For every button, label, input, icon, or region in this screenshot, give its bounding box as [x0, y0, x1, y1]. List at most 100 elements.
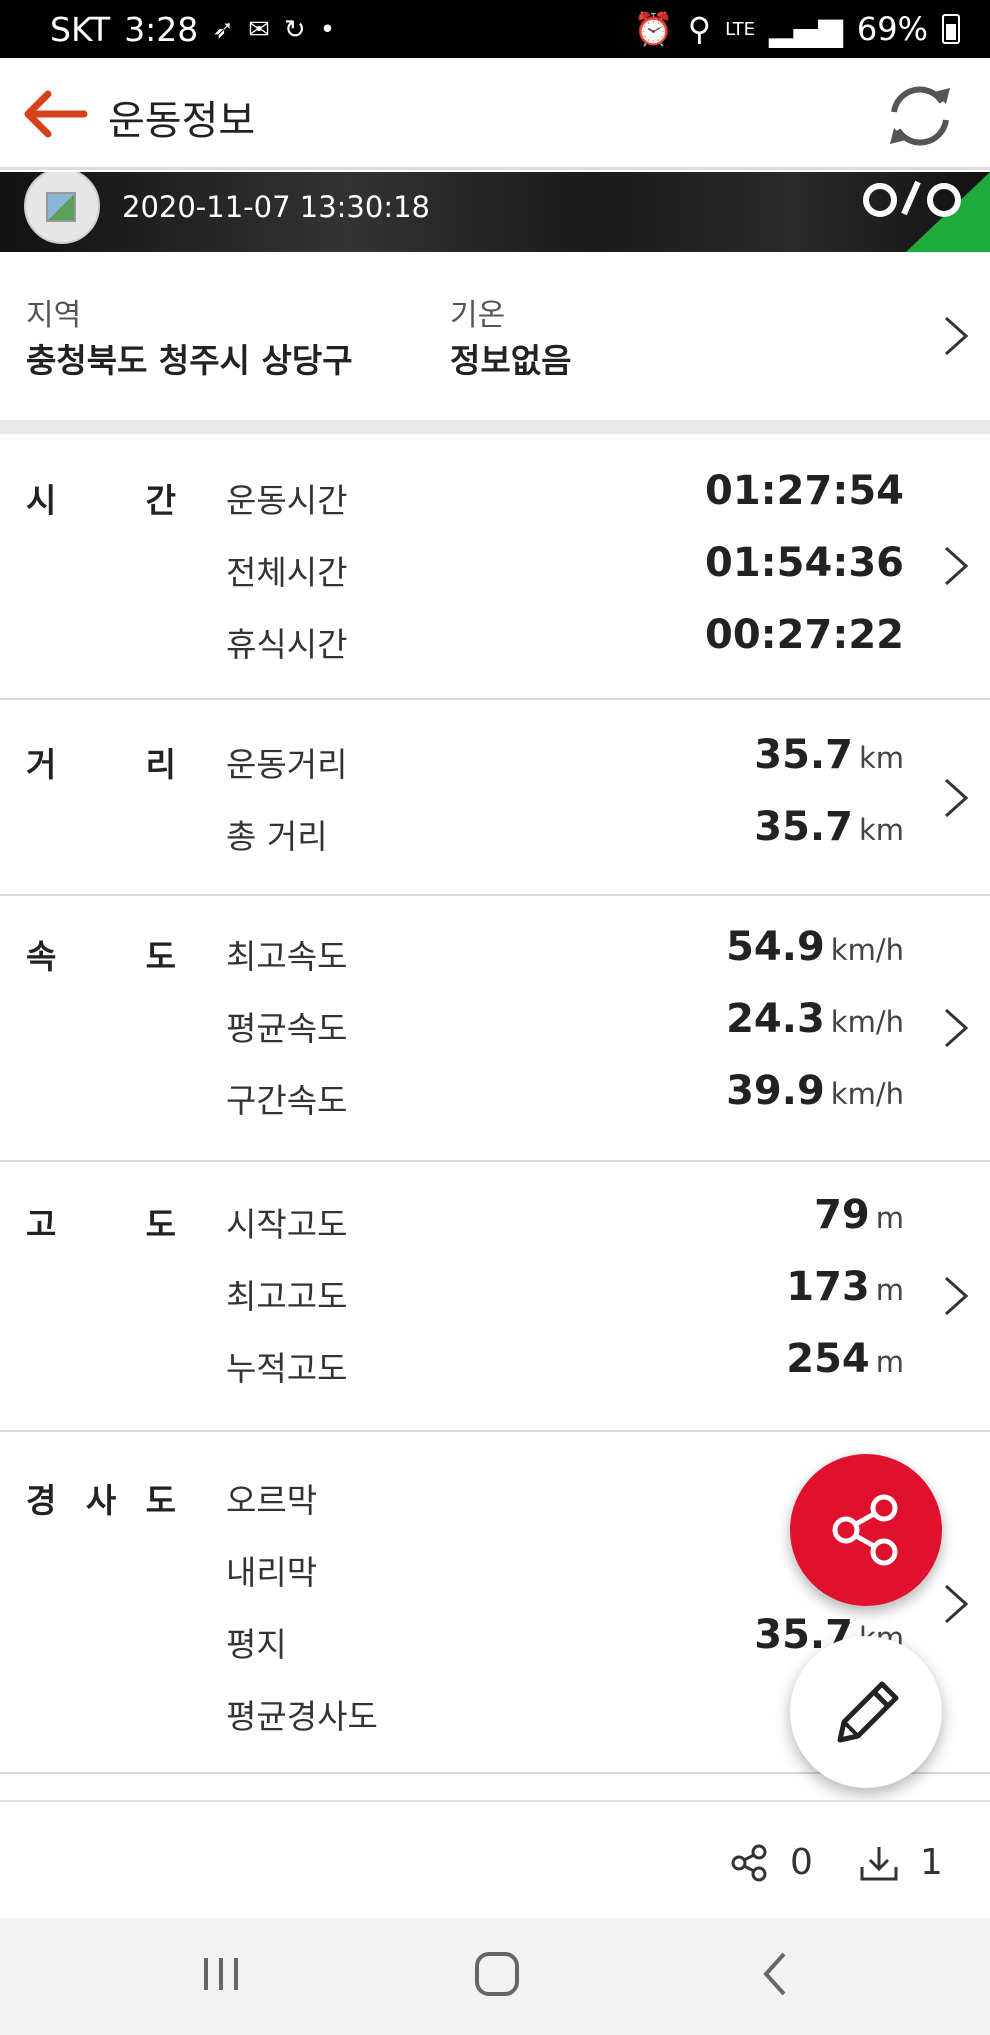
battery-icon: [942, 14, 960, 44]
status-left: SKT 3:28 ➶ ✉ ↻ •: [50, 10, 335, 49]
download-count-button[interactable]: 1: [858, 1842, 943, 1883]
sync-icon: ↻: [283, 14, 306, 45]
row-value: 00:27:22: [705, 612, 904, 658]
region-row[interactable]: 지역 충청북도 청주시 상당구 기온 정보없음: [0, 254, 990, 420]
row-label: 평균경사도: [226, 1697, 378, 1736]
row-value: 01:27:54: [705, 468, 904, 514]
location-icon: ⚲: [687, 10, 712, 48]
signal-icon: ▂▄▆: [769, 10, 843, 48]
row-value: 173 m: [786, 1264, 904, 1310]
altitude-section[interactable]: 고 도 시작고도 79 m 최고고도 173 m 누적고도 254 m: [0, 1162, 990, 1432]
section-heading: 시 간: [26, 474, 176, 522]
share-count: 0: [790, 1842, 813, 1883]
section-heading: 경 사 도: [26, 1474, 176, 1522]
heading-char: 도: [145, 1205, 176, 1244]
value-number: 79: [814, 1192, 870, 1238]
distance-section[interactable]: 거 리 운동거리 35.7 km 총 거리 35.7 km: [0, 700, 990, 896]
download-icon: [860, 1846, 898, 1880]
row-label: 시작고도: [226, 1205, 348, 1244]
heading-char: 속: [26, 937, 57, 976]
activity-date: 2020-11-07 13:30:18: [122, 190, 430, 224]
alarm-icon: ⏰: [633, 10, 674, 48]
heading-char: 시: [26, 481, 57, 520]
value-unit: km/h: [830, 1005, 904, 1039]
row-value: 35.7km: [754, 804, 904, 850]
chevron-right-icon: [944, 778, 969, 818]
navigation-icon: ➶: [212, 14, 235, 45]
section-divider: [0, 420, 990, 434]
download-count: 1: [920, 1842, 943, 1883]
row-label: 운동시간: [226, 481, 348, 520]
row-value: 79 m: [814, 1192, 904, 1238]
value-number: 35.7: [754, 804, 853, 850]
row-label: 총 거리: [226, 817, 328, 856]
clock-text: 3:28: [124, 10, 199, 49]
bottom-action-bar: 0 1: [0, 1800, 990, 1918]
refresh-button[interactable]: [880, 78, 960, 154]
back-nav-icon[interactable]: [740, 1944, 810, 2004]
row-label: 구간속도: [226, 1081, 348, 1120]
pencil-icon: [837, 1681, 899, 1743]
network-text: LTE: [725, 18, 756, 40]
mail-icon: ✉: [248, 14, 270, 45]
temperature-value: 정보없음: [450, 341, 572, 380]
chevron-right-icon: [944, 1584, 969, 1624]
row-value: 54.9 km/h: [726, 924, 904, 970]
value-unit: m: [875, 1345, 904, 1379]
share-icon: [832, 1494, 898, 1566]
edit-fab-button[interactable]: [790, 1636, 942, 1788]
area-label: 지역: [26, 298, 82, 333]
recent-apps-icon[interactable]: [186, 1944, 256, 2004]
value-unit: km/h: [830, 1077, 904, 1111]
row-value: 01:54:36: [705, 540, 904, 586]
home-icon[interactable]: [462, 1944, 532, 2004]
heading-char: 도: [145, 1481, 176, 1520]
section-heading: 거 리: [26, 738, 176, 786]
speed-section[interactable]: 속 도 최고속도 54.9 km/h 평균속도 24.3 km/h 구간속도 39.…: [0, 896, 990, 1162]
share-small-icon: [731, 1844, 767, 1881]
section-heading: 속 도: [26, 930, 176, 978]
row-label: 최고고도: [226, 1277, 348, 1316]
value-number: 01:27:54: [705, 468, 904, 514]
app-logo-icon: [863, 180, 961, 217]
temperature-label: 기온: [450, 298, 506, 333]
value-number: 01:54:36: [705, 540, 904, 586]
status-right: ⏰ ⚲ LTE ▂▄▆ 69%: [634, 10, 960, 48]
row-label: 평균속도: [226, 1009, 348, 1048]
chevron-right-icon: [944, 1008, 969, 1048]
value-number: 35.7: [754, 732, 853, 778]
activity-banner[interactable]: 2020-11-07 13:30:18: [0, 172, 990, 252]
time-section[interactable]: 시 간 운동시간 01:27:54 전체시간 01:54:36 휴식시간 00:…: [0, 434, 990, 700]
chevron-right-icon: [944, 546, 969, 586]
row-value: 35.7km: [754, 732, 904, 778]
value-number: 00:27:22: [705, 612, 904, 658]
value-unit: m: [875, 1201, 904, 1235]
heading-char: 거: [26, 745, 57, 784]
row-label: 평지: [226, 1625, 287, 1664]
dot-icon: •: [319, 14, 336, 45]
back-button[interactable]: [18, 86, 88, 142]
refresh-icon: [890, 86, 950, 146]
page-title: 운동정보: [108, 98, 256, 144]
row-label: 최고속도: [226, 937, 348, 976]
heading-char: 사: [85, 1481, 117, 1520]
row-label: 휴식시간: [226, 625, 348, 664]
heading-char: 간: [145, 481, 176, 520]
value-unit: km/h: [830, 933, 904, 967]
value-number: 173: [786, 1264, 870, 1310]
row-value: 254 m: [786, 1336, 904, 1382]
row-label: 오르막: [226, 1481, 318, 1520]
heading-char: 경: [26, 1481, 57, 1520]
value-number: 54.9: [726, 924, 825, 970]
status-bar: SKT 3:28 ➶ ✉ ↻ • ⏰ ⚲ LTE ▂▄▆ 69%: [0, 0, 990, 58]
row-label: 내리막: [226, 1553, 318, 1592]
row-label: 운동거리: [226, 745, 348, 784]
system-nav-bar: [0, 1918, 990, 2035]
share-fab-button[interactable]: [790, 1454, 942, 1606]
section-heading: 고 도: [26, 1198, 176, 1246]
share-count-button[interactable]: 0: [730, 1842, 813, 1883]
battery-percent: 69%: [856, 10, 928, 48]
row-value: 24.3 km/h: [726, 996, 904, 1042]
heading-char: 고: [26, 1205, 57, 1244]
row-label: 전체시간: [226, 553, 348, 592]
